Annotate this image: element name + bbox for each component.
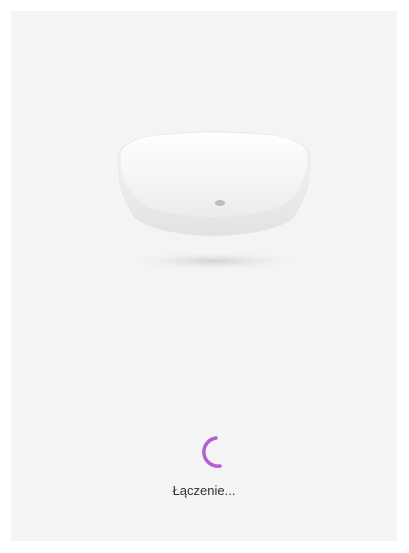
loading-spinner-icon <box>202 436 222 468</box>
connection-status-text: Łączenie... <box>172 483 236 498</box>
device-image <box>118 131 310 271</box>
connection-screen: Łączenie... <box>11 11 397 541</box>
